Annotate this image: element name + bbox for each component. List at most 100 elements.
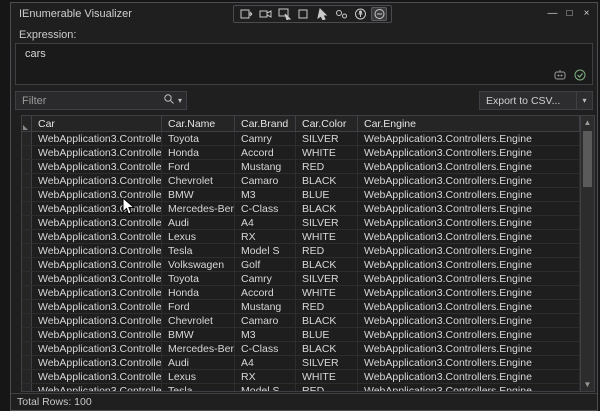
- column-header-car-brand[interactable]: Car.Brand: [235, 116, 296, 131]
- corner-header-cell[interactable]: [22, 116, 32, 131]
- cell-color: WHITE: [296, 230, 358, 243]
- minimize-button[interactable]: —: [544, 3, 561, 24]
- export-data-icon[interactable]: [238, 7, 254, 21]
- row-header-cell[interactable]: [22, 160, 32, 173]
- table-row[interactable]: WebApplication3.Controllers.CarFordMusta…: [22, 160, 580, 174]
- cell-name: Ford: [162, 160, 235, 173]
- gears-icon[interactable]: [333, 7, 349, 21]
- table-row[interactable]: WebApplication3.Controllers.CarFordMusta…: [22, 300, 580, 314]
- cell-engine: WebApplication3.Controllers.Engine: [358, 314, 580, 327]
- cell-color: WHITE: [296, 286, 358, 299]
- row-header-cell[interactable]: [22, 188, 32, 201]
- scrollbar-thumb[interactable]: [583, 131, 592, 187]
- table-row[interactable]: WebApplication3.Controllers.CarToyotaCam…: [22, 132, 580, 146]
- row-header-cell[interactable]: [22, 132, 32, 145]
- cell-car: WebApplication3.Controllers.Car: [32, 300, 162, 313]
- row-header-cell[interactable]: [22, 146, 32, 159]
- copilot-icon[interactable]: [553, 69, 567, 81]
- cell-brand: Mustang: [235, 300, 296, 313]
- table-row[interactable]: WebApplication3.Controllers.CarBMWM3BLUE…: [22, 188, 580, 202]
- cell-engine: WebApplication3.Controllers.Engine: [358, 230, 580, 243]
- maximize-button[interactable]: □: [561, 3, 578, 24]
- export-csv-button[interactable]: Export to CSV... ▾: [479, 91, 593, 110]
- row-header-cell[interactable]: [22, 300, 32, 313]
- row-header-cell[interactable]: [22, 384, 32, 391]
- cell-car: WebApplication3.Controllers.Car: [32, 244, 162, 257]
- row-header-cell[interactable]: [22, 342, 32, 355]
- table-row[interactable]: WebApplication3.Controllers.CarMercedes-…: [22, 202, 580, 216]
- cell-brand: C-Class: [235, 202, 296, 215]
- row-header-cell[interactable]: [22, 230, 32, 243]
- scroll-down-icon[interactable]: ▼: [584, 378, 592, 391]
- table-row[interactable]: WebApplication3.Controllers.CarVolkswage…: [22, 258, 580, 272]
- table-row[interactable]: WebApplication3.Controllers.CarLexusRXWH…: [22, 370, 580, 384]
- scrollbar-track[interactable]: [581, 129, 594, 378]
- table-row[interactable]: WebApplication3.Controllers.CarTeslaMode…: [22, 244, 580, 258]
- square-icon[interactable]: [295, 7, 311, 21]
- cursor-icon[interactable]: [314, 7, 330, 21]
- cell-car: WebApplication3.Controllers.Car: [32, 356, 162, 369]
- column-header-car-engine[interactable]: Car.Engine: [358, 116, 580, 131]
- row-header-cell[interactable]: [22, 328, 32, 341]
- table-row[interactable]: WebApplication3.Controllers.CarAudiA4SIL…: [22, 216, 580, 230]
- status-bar: Total Rows: 100: [11, 393, 597, 410]
- cell-car: WebApplication3.Controllers.Car: [32, 342, 162, 355]
- table-row[interactable]: WebApplication3.Controllers.CarChevrolet…: [22, 174, 580, 188]
- close-button[interactable]: ×: [578, 3, 595, 24]
- row-header-cell[interactable]: [22, 216, 32, 229]
- filter-dropdown-icon[interactable]: ▾: [178, 96, 182, 105]
- export-dropdown-icon[interactable]: ▾: [576, 92, 592, 109]
- row-header-cell[interactable]: [22, 286, 32, 299]
- cell-car: WebApplication3.Controllers.Car: [32, 370, 162, 383]
- search-icon[interactable]: [163, 92, 175, 110]
- table-row[interactable]: WebApplication3.Controllers.CarTeslaMode…: [22, 384, 580, 391]
- blocked-icon[interactable]: [371, 7, 387, 21]
- vertical-scrollbar[interactable]: ▲ ▼: [580, 116, 594, 391]
- table-row[interactable]: WebApplication3.Controllers.CarToyotaCam…: [22, 272, 580, 286]
- table-row[interactable]: WebApplication3.Controllers.CarAudiA4SIL…: [22, 356, 580, 370]
- cell-car: WebApplication3.Controllers.Car: [32, 202, 162, 215]
- expression-label: Expression:: [19, 29, 77, 41]
- cell-name: Toyota: [162, 132, 235, 145]
- cell-name: Ford: [162, 300, 235, 313]
- cell-name: Tesla: [162, 384, 235, 391]
- table-row[interactable]: WebApplication3.Controllers.CarBMWM3BLUE…: [22, 328, 580, 342]
- mouse-cursor: [122, 196, 136, 221]
- row-header-cell[interactable]: [22, 272, 32, 285]
- cell-car: WebApplication3.Controllers.Car: [32, 188, 162, 201]
- row-header-cell[interactable]: [22, 356, 32, 369]
- row-header-cell[interactable]: [22, 370, 32, 383]
- column-header-car-name[interactable]: Car.Name: [162, 116, 235, 131]
- row-header-cell[interactable]: [22, 258, 32, 271]
- filter-input[interactable]: Filter ▾: [15, 91, 187, 110]
- expression-value: cars: [25, 48, 46, 60]
- table-row[interactable]: WebApplication3.Controllers.CarHondaAcco…: [22, 146, 580, 160]
- cell-color: RED: [296, 300, 358, 313]
- table-row[interactable]: WebApplication3.Controllers.CarLexusRXWH…: [22, 230, 580, 244]
- column-header-car-color[interactable]: Car.Color: [296, 116, 358, 131]
- cell-car: WebApplication3.Controllers.Car: [32, 314, 162, 327]
- cell-car: WebApplication3.Controllers.Car: [32, 174, 162, 187]
- row-header-cell[interactable]: [22, 314, 32, 327]
- table-row[interactable]: WebApplication3.Controllers.CarChevrolet…: [22, 314, 580, 328]
- accessibility-icon[interactable]: [352, 7, 368, 21]
- scroll-up-icon[interactable]: ▲: [584, 116, 592, 129]
- row-header-cell[interactable]: [22, 244, 32, 257]
- select-window-icon[interactable]: [276, 7, 292, 21]
- total-rows-label: Total Rows: 100: [17, 396, 92, 408]
- table-row[interactable]: WebApplication3.Controllers.CarMercedes-…: [22, 342, 580, 356]
- column-header-car[interactable]: Car: [32, 116, 162, 131]
- cell-brand: RX: [235, 370, 296, 383]
- cell-brand: Golf: [235, 258, 296, 271]
- cell-brand: Camaro: [235, 314, 296, 327]
- row-header-cell[interactable]: [22, 174, 32, 187]
- row-header-cell[interactable]: [22, 202, 32, 215]
- cell-name: BMW: [162, 328, 235, 341]
- cell-brand: A4: [235, 356, 296, 369]
- cell-engine: WebApplication3.Controllers.Engine: [358, 342, 580, 355]
- expression-input[interactable]: cars: [15, 43, 593, 85]
- camera-icon[interactable]: [257, 7, 273, 21]
- cell-color: BLACK: [296, 174, 358, 187]
- export-csv-label: Export to CSV...: [486, 94, 561, 107]
- table-row[interactable]: WebApplication3.Controllers.CarHondaAcco…: [22, 286, 580, 300]
